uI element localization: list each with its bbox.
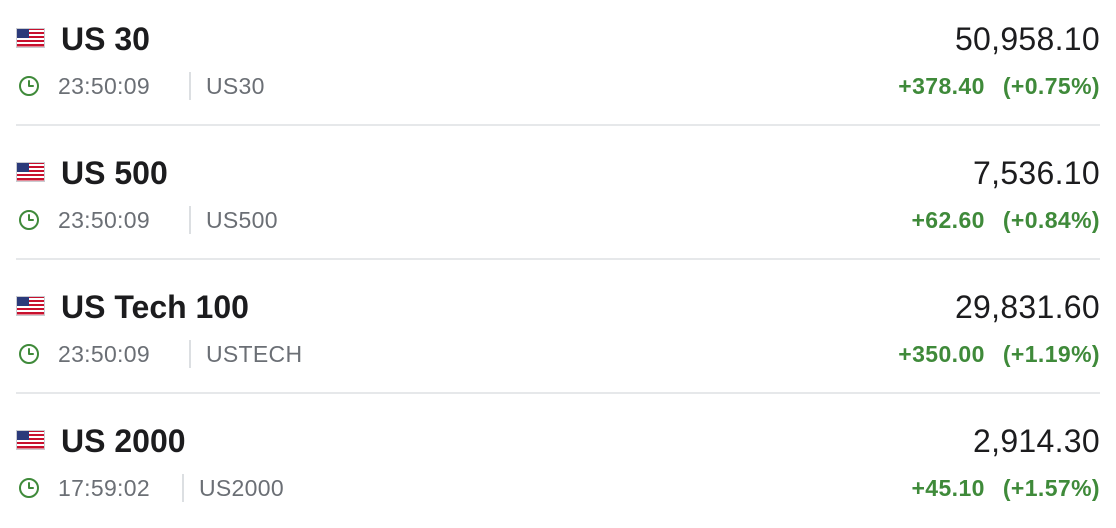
index-meta: 23:50:09 US500 +62.60 (+0.84%) [16, 202, 1100, 238]
ticker-symbol: US500 [206, 207, 278, 233]
change-group: +62.60 (+0.84%) [911, 202, 1100, 238]
ticker-symbol: US30 [206, 73, 265, 99]
index-header: US 2000 2,914.30 [16, 416, 1100, 466]
index-row-ustech[interactable]: US Tech 100 29,831.60 23:50:09 USTECH +3… [16, 260, 1100, 394]
meta-divider [182, 474, 184, 502]
clock-icon [19, 478, 39, 498]
index-header: US 500 7,536.10 [16, 148, 1100, 198]
index-name: US Tech 100 [61, 289, 249, 325]
us-flag-icon [16, 296, 45, 316]
index-header: US 30 50,958.10 [16, 14, 1100, 64]
index-header: US Tech 100 29,831.60 [16, 282, 1100, 332]
ticker-symbol: US2000 [199, 475, 284, 501]
index-price: 2,914.30 [973, 423, 1100, 459]
index-name: US 500 [61, 155, 168, 191]
clock-icon [19, 210, 39, 230]
last-update-time: 23:50:09 [58, 73, 150, 99]
last-update-time: 17:59:02 [58, 475, 150, 501]
price-change: +62.60 [911, 207, 985, 233]
market-index-list: US 30 50,958.10 23:50:09 US30 +378.40 (+0… [0, 0, 1116, 520]
price-change-percent: (+0.75%) [1002, 73, 1100, 99]
last-update-time: 23:50:09 [58, 207, 150, 233]
price-change: +350.00 [898, 341, 985, 367]
change-group: +45.10 (+1.57%) [911, 470, 1100, 506]
index-row-us500[interactable]: US 500 7,536.10 23:50:09 US500 +62.60 (+0… [16, 126, 1100, 260]
index-price: 50,958.10 [954, 21, 1100, 57]
price-change-percent: (+1.57%) [1002, 475, 1100, 501]
index-price: 7,536.10 [973, 155, 1100, 191]
meta-divider [189, 340, 191, 368]
us-flag-icon [16, 430, 45, 450]
us-flag-icon [16, 28, 45, 48]
index-price: 29,831.60 [954, 289, 1100, 325]
change-group: +350.00 (+1.19%) [898, 336, 1100, 372]
price-change: +378.40 [898, 73, 985, 99]
index-name: US 30 [61, 21, 150, 57]
index-row-us30[interactable]: US 30 50,958.10 23:50:09 US30 +378.40 (+0… [16, 0, 1100, 126]
clock-icon [19, 76, 39, 96]
meta-divider [189, 72, 191, 100]
index-name: US 2000 [61, 423, 186, 459]
last-update-time: 23:50:09 [58, 341, 150, 367]
index-meta: 23:50:09 US30 +378.40 (+0.75%) [16, 68, 1100, 104]
price-change-percent: (+1.19%) [1002, 341, 1100, 367]
us-flag-icon [16, 162, 45, 182]
price-change-percent: (+0.84%) [1002, 207, 1100, 233]
index-row-us2000[interactable]: US 2000 2,914.30 17:59:02 US2000 +45.10 (… [16, 394, 1100, 528]
price-change: +45.10 [911, 475, 985, 501]
index-meta: 23:50:09 USTECH +350.00 (+1.19%) [16, 336, 1100, 372]
index-meta: 17:59:02 US2000 +45.10 (+1.57%) [16, 470, 1100, 506]
meta-divider [189, 206, 191, 234]
clock-icon [19, 344, 39, 364]
change-group: +378.40 (+0.75%) [898, 68, 1100, 104]
ticker-symbol: USTECH [206, 341, 303, 367]
